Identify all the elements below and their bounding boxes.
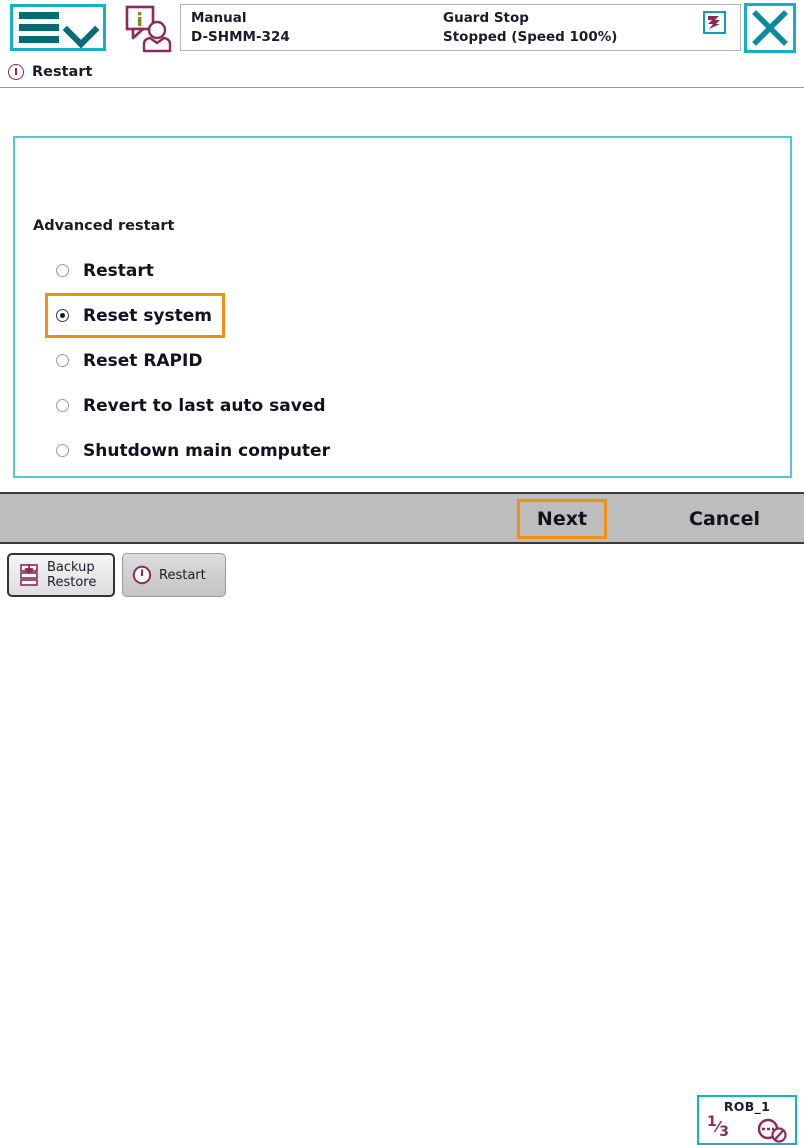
close-button[interactable]	[744, 3, 796, 53]
speed-state: Stopped (Speed 100%)	[443, 29, 618, 45]
page-header: Restart	[0, 57, 804, 87]
taskbar-item-label: Backup Restore	[47, 560, 97, 590]
taskbar-item-label: Restart	[159, 567, 206, 583]
operator-info-icon[interactable]	[124, 5, 176, 53]
task-counter: 1⁄3	[707, 1114, 730, 1140]
status-middle-column: Guard Stop Stopped (Speed 100%)	[443, 9, 617, 47]
taskbar: Backup Restore Restart ROB_1 1⁄3	[0, 546, 804, 1145]
hamburger-icon	[19, 12, 59, 43]
content-area: Advanced restart Restart Reset system Re…	[0, 87, 804, 492]
radio-indicator	[56, 399, 69, 412]
operating-mode: Manual	[191, 10, 247, 26]
robot-quick-status[interactable]: ROB_1 1⁄3	[697, 1095, 797, 1145]
main-menu-button[interactable]	[10, 4, 106, 51]
status-bar: Manual D-SHMM-324 Guard Stop Stopped (Sp…	[0, 0, 804, 57]
radio-option-restart[interactable]: Restart	[45, 248, 167, 293]
motors-off-icon	[755, 1116, 789, 1144]
radio-option-reset-rapid[interactable]: Reset RAPID	[45, 338, 215, 383]
page-title: Restart	[32, 64, 93, 80]
restart-power-icon	[132, 565, 152, 585]
radio-indicator	[56, 264, 69, 277]
chevron-down-icon	[63, 13, 97, 43]
radio-option-revert-last-auto-saved[interactable]: Revert to last auto saved	[45, 383, 339, 428]
action-bar: Next Cancel	[0, 492, 804, 544]
flexpendant-screen: Manual D-SHMM-324 Guard Stop Stopped (Sp…	[0, 0, 804, 1145]
restart-option-list: Restart Reset system Reset RAPID Revert …	[45, 248, 745, 473]
radio-indicator	[56, 309, 69, 322]
robot-name: ROB_1	[723, 1099, 771, 1114]
radio-label: Restart	[83, 260, 154, 281]
controller-status-panel[interactable]: Manual D-SHMM-324 Guard Stop Stopped (Sp…	[180, 4, 741, 51]
radio-label: Reset RAPID	[83, 350, 203, 371]
radio-label: Shutdown main computer	[83, 440, 330, 461]
backup-restore-icon	[18, 563, 40, 587]
radio-label: Reset system	[83, 305, 213, 326]
controller-state: Guard Stop	[443, 10, 529, 26]
taskbar-item-backup-restore[interactable]: Backup Restore	[7, 553, 115, 597]
group-legend: Advanced restart	[26, 218, 182, 234]
system-name: D-SHMM-324	[191, 29, 290, 45]
radio-option-reset-system[interactable]: Reset system	[45, 293, 226, 338]
radio-option-shutdown-main-computer[interactable]: Shutdown main computer	[45, 428, 343, 473]
next-button[interactable]: Next	[517, 499, 607, 539]
task-counter-numerator: 1	[707, 1114, 717, 1130]
taskbar-item-restart[interactable]: Restart	[122, 553, 226, 597]
guard-stop-icon	[703, 11, 726, 34]
radio-label: Revert to last auto saved	[83, 395, 326, 416]
radio-indicator	[56, 444, 69, 457]
cancel-button[interactable]: Cancel	[672, 499, 777, 539]
status-left-column: Manual D-SHMM-324	[191, 9, 290, 47]
task-counter-denominator: 3	[719, 1124, 730, 1140]
info-circle-icon	[8, 64, 24, 80]
radio-indicator	[56, 354, 69, 367]
